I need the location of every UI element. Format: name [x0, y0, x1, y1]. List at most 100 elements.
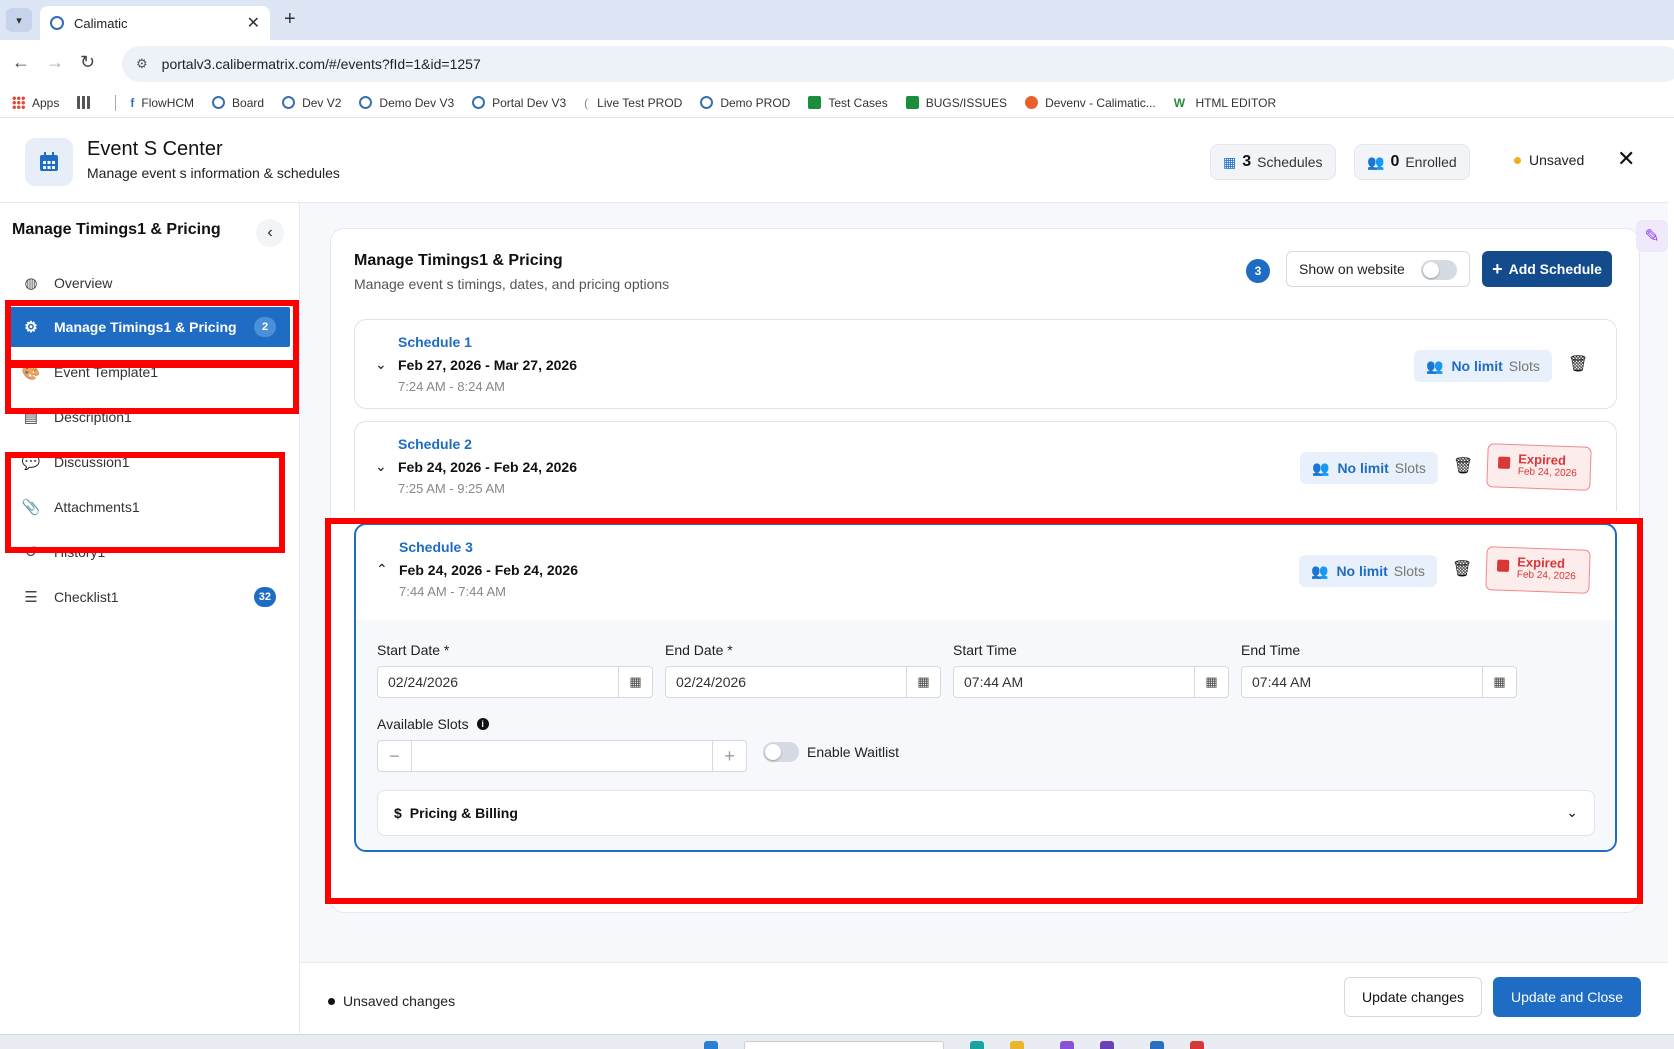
page-title: Event S Center — [87, 138, 223, 160]
chevron-down-icon[interactable]: ⌄ — [375, 356, 387, 373]
bookmark-apps[interactable]: Apps — [12, 96, 59, 110]
schedule-name: Schedule 1 — [398, 334, 472, 350]
bookmark-devenv[interactable]: Devenv - Calimatic... — [1025, 96, 1156, 110]
sidebar-item-badge: 2 — [254, 317, 276, 337]
schedule-card-2[interactable]: Schedule 2 ⌄ Feb 24, 2026 - Feb 24, 2026… — [354, 421, 1617, 511]
sidebar-item-label: History1 — [54, 544, 106, 560]
plus-icon: + — [1492, 258, 1503, 279]
browser-tab[interactable]: Calimatic ✕ — [40, 6, 270, 40]
toggle-switch[interactable] — [1421, 260, 1457, 280]
pricing-billing-accordion[interactable]: $ Pricing & Billing ⌄ — [377, 790, 1595, 836]
taskbar-app-icon[interactable] — [970, 1041, 984, 1049]
calendar-icon[interactable]: ▦ — [1194, 667, 1228, 697]
update-changes-button[interactable]: Update changes — [1344, 977, 1482, 1017]
plus-icon[interactable]: + — [712, 741, 746, 771]
new-tab-icon[interactable]: + — [284, 8, 296, 31]
start-time-field[interactable]: 07:44 AM ▦ — [953, 666, 1229, 698]
sidebar-item-history[interactable]: ↺ History1 — [10, 532, 290, 572]
sidebar-item-attachments[interactable]: 📎 Attachments1 — [10, 487, 290, 527]
calimatic-icon — [282, 96, 296, 109]
page-subtitle: Manage event s information & schedules — [87, 165, 340, 181]
devenv-icon — [1025, 96, 1039, 109]
sidebar-item-badge: 32 — [253, 587, 276, 607]
schedule-card-3[interactable]: Schedule 3 ⌃ Feb 24, 2026 - Feb 24, 2026… — [354, 523, 1617, 852]
footer-bar: Unsaved changes Update changes Update an… — [300, 962, 1668, 1034]
sidebar-item-description[interactable]: ▤ Description1 — [10, 397, 290, 437]
gear-icon: ⚙ — [24, 319, 38, 336]
sidebar-item-manage-timings[interactable]: ⚙ Manage Timings1 & Pricing 2 — [10, 307, 290, 347]
trash-icon[interactable]: 🗑 — [1452, 559, 1472, 579]
dollar-icon: $ — [394, 805, 402, 821]
sidebar-item-event-template[interactable]: 🎨 Event Template1 — [10, 352, 290, 392]
windows-start-icon[interactable] — [704, 1041, 718, 1049]
available-slots-stepper[interactable]: − + — [377, 740, 747, 772]
schedules-count-pill: ▦ 3 Schedules — [1210, 144, 1336, 180]
bookmark-board[interactable]: Board — [212, 96, 264, 110]
bookmark-bugs-issues[interactable]: BUGS/ISSUES — [905, 95, 1008, 110]
tab-close-icon[interactable]: ✕ — [247, 13, 260, 33]
bookmark-demo-prod[interactable]: Demo PROD — [700, 96, 790, 110]
pricing-label: Pricing & Billing — [409, 805, 518, 821]
calendar-icon[interactable]: ▦ — [1482, 667, 1516, 697]
back-arrow-icon[interactable]: ← — [12, 52, 30, 73]
close-icon[interactable]: ✕ — [1617, 146, 1635, 172]
end-time-field[interactable]: 07:44 AM ▦ — [1241, 666, 1517, 698]
bookmark-test-cases[interactable]: Test Cases — [808, 96, 888, 110]
bookmark-dev-v2[interactable]: Dev V2 — [282, 96, 341, 110]
taskbar-search-icon[interactable] — [744, 1041, 944, 1049]
taskbar-app-icon[interactable] — [1150, 1041, 1164, 1049]
trash-icon[interactable]: 🗑 — [1568, 354, 1588, 374]
status-text: Unsaved — [1529, 152, 1585, 168]
chevron-down-icon[interactable]: ⌄ — [375, 458, 387, 475]
timings-card: Manage Timings1 & Pricing Manage event s… — [330, 228, 1640, 913]
add-schedule-button[interactable]: + Add Schedule — [1482, 251, 1612, 287]
toggle-switch[interactable] — [763, 742, 799, 762]
edit-pencil-icon[interactable]: ✎ — [1636, 220, 1668, 252]
site-settings-icon[interactable]: ⚙ — [136, 56, 148, 72]
update-and-close-button[interactable]: Update and Close — [1493, 977, 1641, 1017]
show-on-website-toggle[interactable]: Show on website — [1286, 251, 1470, 287]
sidebar-item-discussion[interactable]: 💬 Discussion1 — [10, 442, 290, 482]
bookmark-label: BUGS/ISSUES — [925, 95, 1008, 110]
bookmark-grid[interactable] — [77, 96, 97, 109]
users-icon: 👥 — [1312, 459, 1330, 476]
calendar-icon[interactable]: ▦ — [906, 667, 940, 697]
enable-waitlist-toggle[interactable]: Enable Waitlist — [763, 742, 899, 762]
sidebar-item-overview[interactable]: ◍ Overview — [10, 263, 290, 303]
bookmark-portal-dev-v3[interactable]: Portal Dev V3 — [472, 96, 566, 110]
trash-icon[interactable]: 🗑 — [1453, 456, 1473, 476]
minus-icon[interactable]: − — [378, 741, 412, 771]
comments-icon: 💬 — [21, 454, 41, 471]
calendar-icon[interactable]: ▦ — [618, 667, 652, 697]
slots-badge: 👥 No limit Slots — [1299, 555, 1437, 587]
forward-arrow-icon[interactable]: → — [46, 52, 64, 73]
tab-list-chevron-icon[interactable]: ▾ — [6, 8, 32, 32]
taskbar-app-icon[interactable] — [1060, 1041, 1074, 1049]
collapse-sidebar-chevron-icon[interactable]: ‹ — [256, 219, 284, 247]
taskbar-app-icon[interactable] — [1100, 1041, 1114, 1049]
chevron-down-icon[interactable]: ⌄ — [1566, 804, 1578, 821]
bookmark-demo-dev-v3[interactable]: Demo Dev V3 — [359, 96, 454, 110]
chrome-icon[interactable] — [1190, 1041, 1204, 1049]
available-slots-label: Available Slots i — [377, 716, 489, 732]
sidebar-item-label: Event Template1 — [54, 364, 159, 380]
enrolled-label: Enrolled — [1405, 154, 1457, 170]
reload-icon[interactable]: ↻ — [80, 52, 95, 73]
schedule-card-1[interactable]: Schedule 1 ⌄ Feb 27, 2026 - Mar 27, 2026… — [354, 319, 1617, 409]
sheets-icon — [905, 96, 919, 109]
bookmark-label: FlowHCM — [141, 95, 195, 110]
bookmark-flowhcm[interactable]: f FlowHCM — [130, 96, 194, 110]
bookmark-label: Live Test PROD — [597, 95, 683, 110]
bookmark-html-editor[interactable]: W HTML EDITOR — [1174, 96, 1276, 110]
bookmark-live-test-prod[interactable]: (Live Test PROD — [584, 95, 683, 111]
chevron-up-icon[interactable]: ⌃ — [376, 561, 388, 578]
sidebar-item-checklist[interactable]: ☰ Checklist1 32 — [10, 577, 290, 617]
url-field[interactable]: ⚙ portalv3.calibermatrix.com/#/events?fI… — [122, 46, 1674, 82]
status-dot-icon — [1514, 156, 1521, 164]
calimatic-icon — [700, 96, 714, 109]
section-subtitle: Manage event s timings, dates, and prici… — [354, 276, 670, 292]
info-icon[interactable]: i — [476, 718, 489, 730]
start-date-field[interactable]: 02/24/2026 ▦ — [377, 666, 653, 698]
end-date-field[interactable]: 02/24/2026 ▦ — [665, 666, 941, 698]
folder-icon[interactable] — [1010, 1041, 1024, 1049]
